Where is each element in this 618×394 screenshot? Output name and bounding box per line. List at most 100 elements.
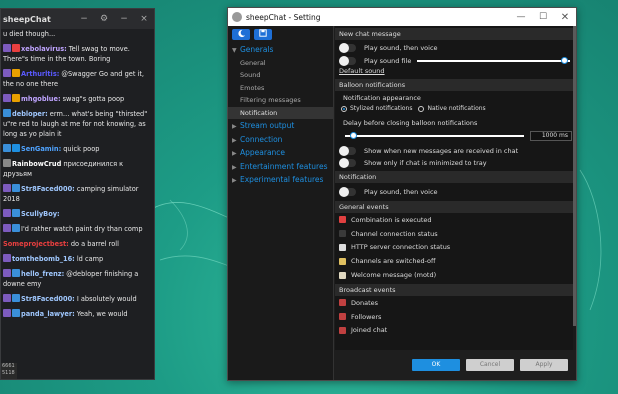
slider-knob[interactable] bbox=[349, 131, 357, 139]
scrollbar[interactable] bbox=[573, 26, 576, 350]
event-row[interactable]: Followers bbox=[335, 310, 576, 324]
save-button[interactable] bbox=[254, 29, 272, 40]
chat-message: Arthurltis: @Swagger Go and get it, the n… bbox=[1, 69, 154, 89]
theme-toggle-button[interactable] bbox=[232, 29, 250, 40]
delay-value-input[interactable]: 1000 ms bbox=[530, 130, 572, 141]
sidebar-item-label: Generals bbox=[240, 45, 274, 54]
play-sound-voice-row: Play sound, then voice bbox=[335, 42, 576, 53]
show-received-toggle[interactable] bbox=[339, 145, 356, 156]
chat-message: I'd rather watch paint dry than comp bbox=[1, 224, 154, 234]
chat-message: hello_frenz: @debloper finishing a downe … bbox=[1, 269, 154, 289]
chat-username[interactable]: RainbowCrud bbox=[12, 160, 61, 168]
badge-icon bbox=[12, 69, 20, 77]
event-label: Joined chat bbox=[351, 326, 388, 335]
cancel-button[interactable]: Cancel bbox=[466, 359, 514, 371]
maximize-button[interactable]: ☐ bbox=[532, 12, 554, 22]
gear-icon[interactable]: ⚙ bbox=[94, 14, 114, 24]
floppy-icon bbox=[259, 29, 267, 37]
default-sound-link[interactable]: Default sound bbox=[335, 66, 576, 76]
chat-window: sheepChat − ⚙ − × u died though... xebola… bbox=[0, 8, 155, 380]
event-row[interactable]: Combination is executed bbox=[335, 213, 576, 227]
sidebar-item-emotes[interactable]: Emotes bbox=[228, 82, 333, 95]
event-label: Welcome message (motd) bbox=[351, 271, 437, 280]
event-row[interactable]: Channels are switched-off bbox=[335, 254, 576, 268]
sound-volume-slider[interactable] bbox=[417, 56, 570, 64]
sidebar-item-stream-output[interactable]: ▶ Stream output bbox=[228, 119, 333, 133]
chat-username[interactable]: panda_lawyer: bbox=[21, 310, 75, 318]
chat-username[interactable]: mhgoblue: bbox=[21, 95, 61, 103]
minimize-button[interactable]: — bbox=[510, 12, 532, 22]
stylized-radio[interactable] bbox=[341, 105, 347, 112]
moon-icon bbox=[237, 29, 245, 38]
chat-username[interactable]: Str8Faced000: bbox=[21, 185, 75, 193]
badge-icon bbox=[3, 69, 11, 77]
event-row[interactable]: Channel connection status bbox=[335, 227, 576, 241]
chat-message: tomthebomb_16: ld camp bbox=[1, 254, 154, 264]
sidebar-item-generals[interactable]: ▼ Generals bbox=[228, 43, 333, 57]
chat-username[interactable]: Str8Faced000: bbox=[21, 295, 75, 303]
delay-label: Delay before closing balloon notificatio… bbox=[343, 118, 478, 127]
apply-button[interactable]: Apply bbox=[520, 359, 568, 371]
event-row[interactable]: Welcome message (motd) bbox=[335, 268, 576, 282]
native-radio[interactable] bbox=[418, 105, 425, 112]
sidebar-item-connection[interactable]: ▶ Connection bbox=[228, 133, 333, 147]
sidebar-item-label: Connection bbox=[240, 134, 283, 144]
chat-username[interactable]: debloper: bbox=[12, 110, 48, 118]
event-row[interactable]: Joined chat bbox=[335, 324, 576, 338]
toggle-label: Show only if chat is minimized to tray bbox=[364, 158, 487, 167]
chat-username[interactable]: hello_frenz: bbox=[21, 270, 64, 278]
chat-username[interactable]: ScullyBoy: bbox=[21, 210, 60, 218]
sidebar-item-filtering-messages[interactable]: Filtering messages bbox=[228, 94, 333, 107]
chat-username[interactable]: Someprojectbest: bbox=[3, 240, 69, 248]
chat-message: u died though... bbox=[1, 29, 154, 39]
badge-icon bbox=[12, 144, 20, 152]
sidebar-item-entertainment-features[interactable]: ▶ Entertainment features bbox=[228, 160, 333, 174]
sidebar-item-general[interactable]: General bbox=[228, 57, 333, 70]
close-icon[interactable]: × bbox=[134, 14, 154, 24]
sidebar-item-appearance[interactable]: ▶ Appearance bbox=[228, 146, 333, 160]
badge-icon bbox=[3, 209, 11, 217]
sidebar-item-label: Appearance bbox=[240, 148, 286, 157]
close-button[interactable]: ✕ bbox=[554, 12, 576, 23]
toggle-label: Play sound file bbox=[364, 56, 412, 65]
counter-line: 6661 bbox=[2, 363, 15, 369]
event-label: Channel connection status bbox=[351, 229, 438, 238]
sidebar-item-notification[interactable]: Notification bbox=[228, 106, 333, 119]
chat-username[interactable]: tomthebomb_16: bbox=[12, 255, 75, 263]
badge-icon bbox=[3, 44, 11, 52]
badge-icon bbox=[12, 209, 20, 217]
chat-username[interactable]: SenGamin: bbox=[21, 145, 61, 153]
notification-play-toggle[interactable] bbox=[339, 186, 356, 197]
delay-slider[interactable] bbox=[345, 131, 524, 139]
sidebar-item-experimental-features[interactable]: ▶ Experimental features bbox=[228, 173, 333, 187]
sidebar-item-label: Entertainment features bbox=[240, 161, 328, 171]
notification-settings-panel: New chat message Play sound, then voice … bbox=[335, 26, 576, 350]
radio-label: Stylized notifications bbox=[350, 105, 413, 112]
event-row[interactable]: HTTP server connection status bbox=[335, 241, 576, 255]
chat-message-list[interactable]: u died though... xebolavirus: Tell swag to… bbox=[1, 29, 154, 319]
chat-username[interactable]: xebolavirus: bbox=[21, 45, 67, 53]
show-minimized-toggle[interactable] bbox=[339, 157, 356, 168]
chevron-right-icon: ▶ bbox=[232, 136, 237, 144]
play-sound-file-toggle[interactable] bbox=[339, 55, 356, 66]
section-header-new-chat: New chat message bbox=[335, 28, 576, 40]
scrollbar-thumb[interactable] bbox=[573, 26, 576, 326]
ok-button[interactable]: OK bbox=[412, 359, 460, 371]
slider-knob[interactable] bbox=[561, 56, 569, 64]
event-row[interactable]: Donates bbox=[335, 296, 576, 310]
toggle-label: Play sound, then voice bbox=[364, 187, 438, 196]
chat-username[interactable]: Arthurltis: bbox=[21, 70, 59, 78]
event-label: Combination is executed bbox=[351, 215, 432, 224]
sidebar-item-label: Experimental features bbox=[240, 175, 324, 184]
section-header-general-events: General events bbox=[335, 201, 576, 213]
chat-text: ld camp bbox=[76, 255, 104, 263]
badge-icon bbox=[3, 309, 11, 317]
chat-message: Someprojectbest: do a barrel roll bbox=[1, 239, 154, 249]
chat-message: RainbowCrud присоединился к друзьям bbox=[1, 159, 154, 179]
play-sound-voice-toggle[interactable] bbox=[339, 42, 356, 53]
combo-icon bbox=[339, 216, 346, 224]
minimize-icon[interactable]: − bbox=[74, 14, 94, 24]
section-header-balloon: Balloon notifications bbox=[335, 79, 576, 91]
sidebar-item-sound[interactable]: Sound bbox=[228, 69, 333, 82]
minimize-button[interactable]: − bbox=[114, 14, 134, 24]
